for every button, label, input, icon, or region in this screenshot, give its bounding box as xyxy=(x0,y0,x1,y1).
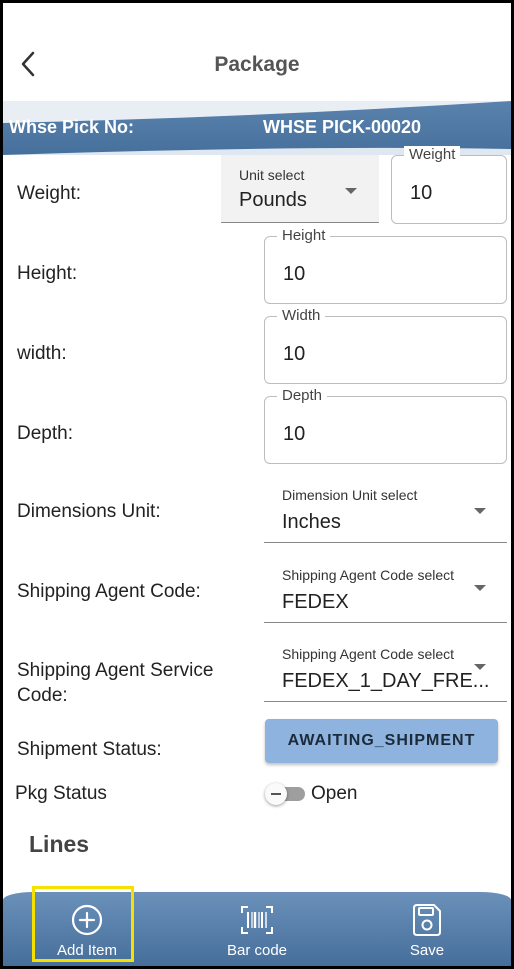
page-title: Package xyxy=(214,53,300,76)
save-floppy-icon xyxy=(413,904,441,936)
height-input[interactable]: Height 10 xyxy=(264,227,507,304)
pkg-status-label: Pkg Status xyxy=(15,783,107,804)
toggle-thumb xyxy=(265,783,287,805)
width-input-value: 10 xyxy=(283,343,306,365)
pkg-status-toggle-label: Open xyxy=(311,783,358,804)
weight-input-value: 10 xyxy=(410,182,433,204)
caret-down-icon xyxy=(474,585,486,591)
shipping-agent-code-label: Shipping Agent Code: xyxy=(17,581,201,602)
save-button[interactable]: Save xyxy=(383,892,471,966)
shipping-agent-code-select[interactable]: Shipping Agent Code select FEDEX xyxy=(264,557,507,623)
save-label: Save xyxy=(409,942,445,959)
shipping-agent-service-code-select-value: FEDEX_1_DAY_FRE... xyxy=(282,670,490,692)
lines-section-title: Lines xyxy=(29,831,90,857)
pkg-status-toggle[interactable] xyxy=(265,781,305,807)
depth-input-label: Depth xyxy=(277,387,328,404)
weight-unit-select[interactable]: Unit select Pounds xyxy=(221,155,379,223)
bar-code-button[interactable]: Bar code xyxy=(213,892,301,966)
width-input-label: Width xyxy=(277,307,326,324)
shipment-status-label: Shipment Status: xyxy=(17,739,162,760)
height-input-label: Height xyxy=(277,227,331,244)
shipping-agent-service-code-label-line2: Code: xyxy=(17,685,68,706)
height-label: Height: xyxy=(17,263,78,284)
width-label: width: xyxy=(17,343,67,364)
width-input[interactable]: Width 10 xyxy=(264,307,507,384)
weight-input-label: Weight xyxy=(404,146,461,163)
caret-down-icon xyxy=(474,664,486,670)
app-header: Package xyxy=(3,3,511,101)
shipping-agent-service-code-select[interactable]: Shipping Agent Code select FEDEX_1_DAY_F… xyxy=(264,636,507,702)
depth-label: Depth: xyxy=(17,423,73,444)
weight-unit-select-value: Pounds xyxy=(239,189,307,211)
caret-down-icon xyxy=(345,188,357,194)
whse-pick-label: Whse Pick No: xyxy=(9,117,135,137)
dimension-unit-select-value: Inches xyxy=(282,511,341,533)
barcode-scan-icon xyxy=(241,906,273,934)
whse-pick-value: WHSE PICK-00020 xyxy=(263,117,422,137)
add-item-highlight-box xyxy=(32,886,134,962)
weight-input[interactable]: Weight 10 xyxy=(391,146,507,224)
shipping-agent-code-select-label: Shipping Agent Code select xyxy=(282,567,455,583)
depth-input[interactable]: Depth 10 xyxy=(264,387,507,464)
shipping-agent-service-code-select-label: Shipping Agent Code select xyxy=(282,646,455,662)
shipping-agent-code-select-value: FEDEX xyxy=(282,591,349,613)
bar-code-label: Bar code xyxy=(226,942,288,959)
dimensions-unit-label: Dimensions Unit: xyxy=(17,501,161,522)
screen: Package Whse Pick No: WHSE PICK-00020 We… xyxy=(3,3,511,966)
caret-down-icon xyxy=(474,508,486,514)
depth-input-value: 10 xyxy=(283,423,306,445)
dimension-unit-select-label: Dimension Unit select xyxy=(282,487,418,503)
height-input-value: 10 xyxy=(283,263,306,285)
weight-label: Weight: xyxy=(17,183,82,204)
dimension-unit-select[interactable]: Dimension Unit select Inches xyxy=(264,477,507,543)
shipping-agent-service-code-label-line1: Shipping Agent Service xyxy=(17,660,214,681)
weight-unit-select-label: Unit select xyxy=(239,167,305,183)
shipment-status-button[interactable]: AWAITING_SHIPMENT xyxy=(265,719,498,763)
